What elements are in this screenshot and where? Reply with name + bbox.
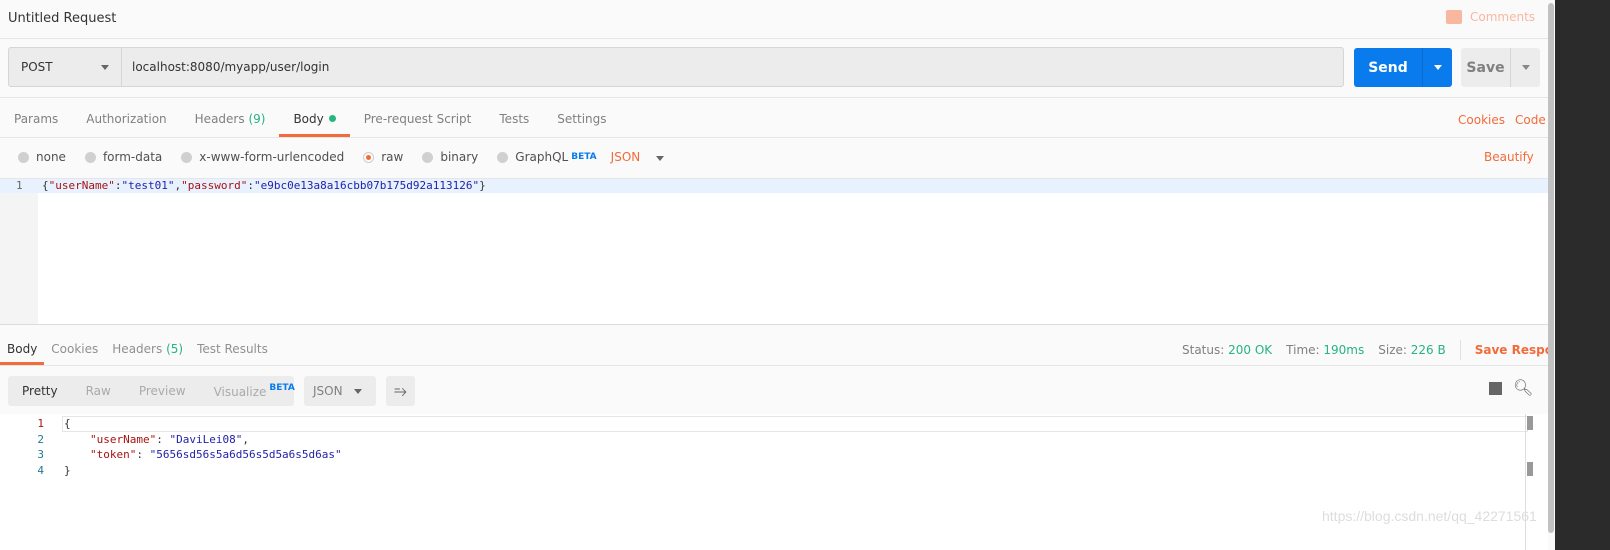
body-format-select[interactable]: JSON: [611, 150, 665, 164]
wrap-lines-icon[interactable]: ⥱: [386, 376, 415, 406]
radio-graphql[interactable]: GraphQL BETA: [497, 150, 597, 164]
tab-pre-request-script[interactable]: Pre-request Script: [350, 100, 486, 137]
code-line: {"userName":"test01","password":"e9bc0e1…: [42, 179, 486, 192]
view-preview[interactable]: Preview: [125, 384, 200, 398]
search-icon[interactable]: 🔍︎: [1513, 378, 1533, 397]
tab-settings[interactable]: Settings: [543, 100, 620, 137]
code-link[interactable]: Code: [1515, 113, 1546, 127]
copy-icon[interactable]: [1489, 382, 1502, 395]
radio-none[interactable]: none: [18, 150, 66, 164]
chevron-down-icon: [101, 64, 109, 70]
response-tab-headers[interactable]: Headers (5): [105, 334, 190, 365]
divider: [0, 137, 1550, 138]
view-mode-toggle: Pretty Raw Preview Visualize BETA: [8, 376, 295, 406]
watermark: https://blog.csdn.net/qq_42271561: [1322, 508, 1537, 524]
tab-headers[interactable]: Headers (9): [181, 100, 280, 137]
request-tabs: Params Authorization Headers (9) Body Pr…: [0, 100, 621, 137]
tab-authorization[interactable]: Authorization: [72, 100, 180, 137]
window-scrollbar[interactable]: [1548, 0, 1555, 550]
radio-binary[interactable]: binary: [422, 150, 478, 164]
radio-raw[interactable]: raw: [363, 150, 403, 164]
request-title[interactable]: Untitled Request: [8, 11, 116, 26]
code-line: "token": "5656sd56s5a6d56s5d5a6s5d6as": [90, 448, 342, 461]
response-format-select[interactable]: JSON: [304, 376, 376, 406]
tab-tests[interactable]: Tests: [485, 100, 543, 137]
chevron-down-icon: [656, 156, 665, 161]
response-tab-cookies[interactable]: Cookies: [44, 334, 105, 365]
chevron-down-icon: [1433, 65, 1442, 70]
chevron-down-icon: [1521, 65, 1530, 70]
response-body-viewer[interactable]: 1 2 3 4 { "userName": "DaviLei08", "toke…: [0, 414, 1550, 550]
radio-form-data[interactable]: form-data: [84, 150, 162, 164]
radio-x-www-form-urlencoded[interactable]: x-www-form-urlencoded: [181, 150, 344, 164]
url-bar: POST localhost:8080/myapp/user/login: [8, 47, 1344, 87]
request-body-editor[interactable]: 1 {"userName":"test01","password":"e9bc0…: [0, 178, 1550, 325]
response-tab-test-results[interactable]: Test Results: [190, 334, 275, 365]
body-type-options: none form-data x-www-form-urlencoded raw…: [18, 150, 665, 164]
url-input[interactable]: localhost:8080/myapp/user/login: [122, 48, 329, 86]
save-button[interactable]: Save: [1461, 48, 1540, 87]
method-select[interactable]: POST: [9, 48, 122, 86]
tab-params[interactable]: Params: [0, 100, 72, 137]
divider: [1459, 340, 1461, 360]
code-line: "userName": "DaviLei08",: [90, 433, 249, 446]
status-dot-icon: [328, 115, 336, 122]
tab-body[interactable]: Body: [279, 100, 351, 137]
send-button[interactable]: Send: [1354, 48, 1452, 87]
view-visualize[interactable]: Visualize BETA: [200, 383, 309, 399]
response-status: Status: 200 OK Time: 190ms Size: 226 B S…: [1182, 340, 1595, 360]
beautify-link[interactable]: Beautify: [1484, 150, 1534, 164]
send-options-button[interactable]: [1423, 48, 1452, 87]
comment-icon: [1446, 10, 1462, 24]
view-pretty[interactable]: Pretty: [8, 384, 72, 398]
divider: [0, 97, 1550, 98]
response-tab-body[interactable]: Body: [0, 334, 45, 365]
chevron-down-icon: [354, 388, 362, 394]
divider: [0, 365, 1550, 366]
comments-button[interactable]: Comments: [1446, 10, 1535, 24]
cookies-link[interactable]: Cookies: [1458, 113, 1505, 127]
response-tabs: Body Cookies Headers (5) Test Results: [0, 334, 275, 365]
view-raw[interactable]: Raw: [72, 384, 125, 398]
divider: [0, 38, 1550, 39]
side-panel: [1555, 0, 1610, 550]
scrollbar[interactable]: [1525, 414, 1537, 550]
save-options-button[interactable]: [1511, 48, 1540, 87]
